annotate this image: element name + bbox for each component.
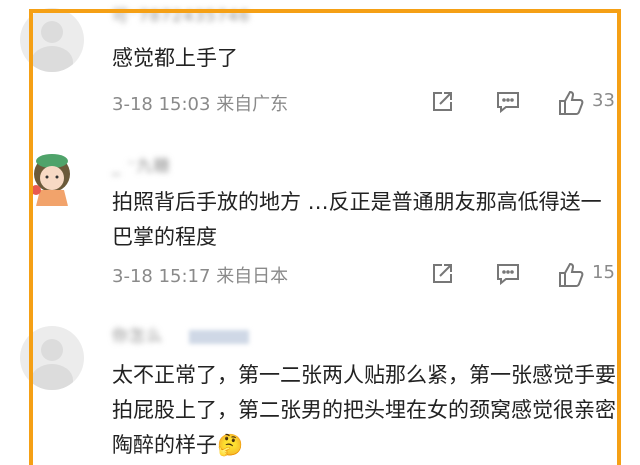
username[interactable]: _ ⁻九糖 — [112, 152, 171, 176]
comment-item: _ ⁻九糖 拍照背后手放的地方 …反正是普通朋友那高低得送一巴掌的程度 3-18… — [0, 130, 640, 310]
comment-meta: 3-18 15:03 来自广东 33 — [112, 88, 632, 118]
comment-item: 你怎么 太不正常了，第一二张两人贴那么紧，第一张感觉手要拍屁股上了，第二张男的把… — [0, 310, 640, 462]
comment-text: 拍照背后手放的地方 …反正是普通朋友那高低得送一巴掌的程度 — [112, 190, 602, 249]
username[interactable]: 你怎么 — [112, 322, 250, 346]
share-icon[interactable] — [428, 260, 456, 288]
avatar[interactable] — [20, 146, 84, 210]
like-icon[interactable] — [556, 260, 586, 290]
comment-text: 太不正常了，第一二张两人贴那么紧，第一张感觉手要拍屁股上了，第二张男的把头埋在女… — [112, 363, 616, 457]
comment-time: 3-18 15:17 来自日本 — [112, 266, 289, 287]
comment-icon[interactable] — [494, 260, 522, 288]
thinking-emoji-icon: 🤔 — [217, 433, 244, 457]
avatar[interactable] — [20, 8, 84, 72]
like-count: 15 — [592, 262, 615, 283]
like-icon[interactable] — [556, 88, 586, 118]
avatar[interactable] — [20, 326, 84, 390]
like-count: 33 — [592, 90, 615, 111]
username[interactable]: 可⁻7872435746 — [112, 2, 250, 26]
comment-icon[interactable] — [494, 88, 522, 116]
comment-time: 3-18 15:03 来自广东 — [112, 94, 289, 115]
comment-item: 可⁻7872435746 感觉都上手了 3-18 15:03 来自广东 33 — [0, 0, 640, 130]
comment-meta: 3-18 15:17 来自日本 15 — [112, 260, 632, 290]
username-badge — [189, 329, 250, 344]
share-icon[interactable] — [428, 88, 456, 116]
comment-text: 感觉都上手了 — [112, 46, 238, 70]
